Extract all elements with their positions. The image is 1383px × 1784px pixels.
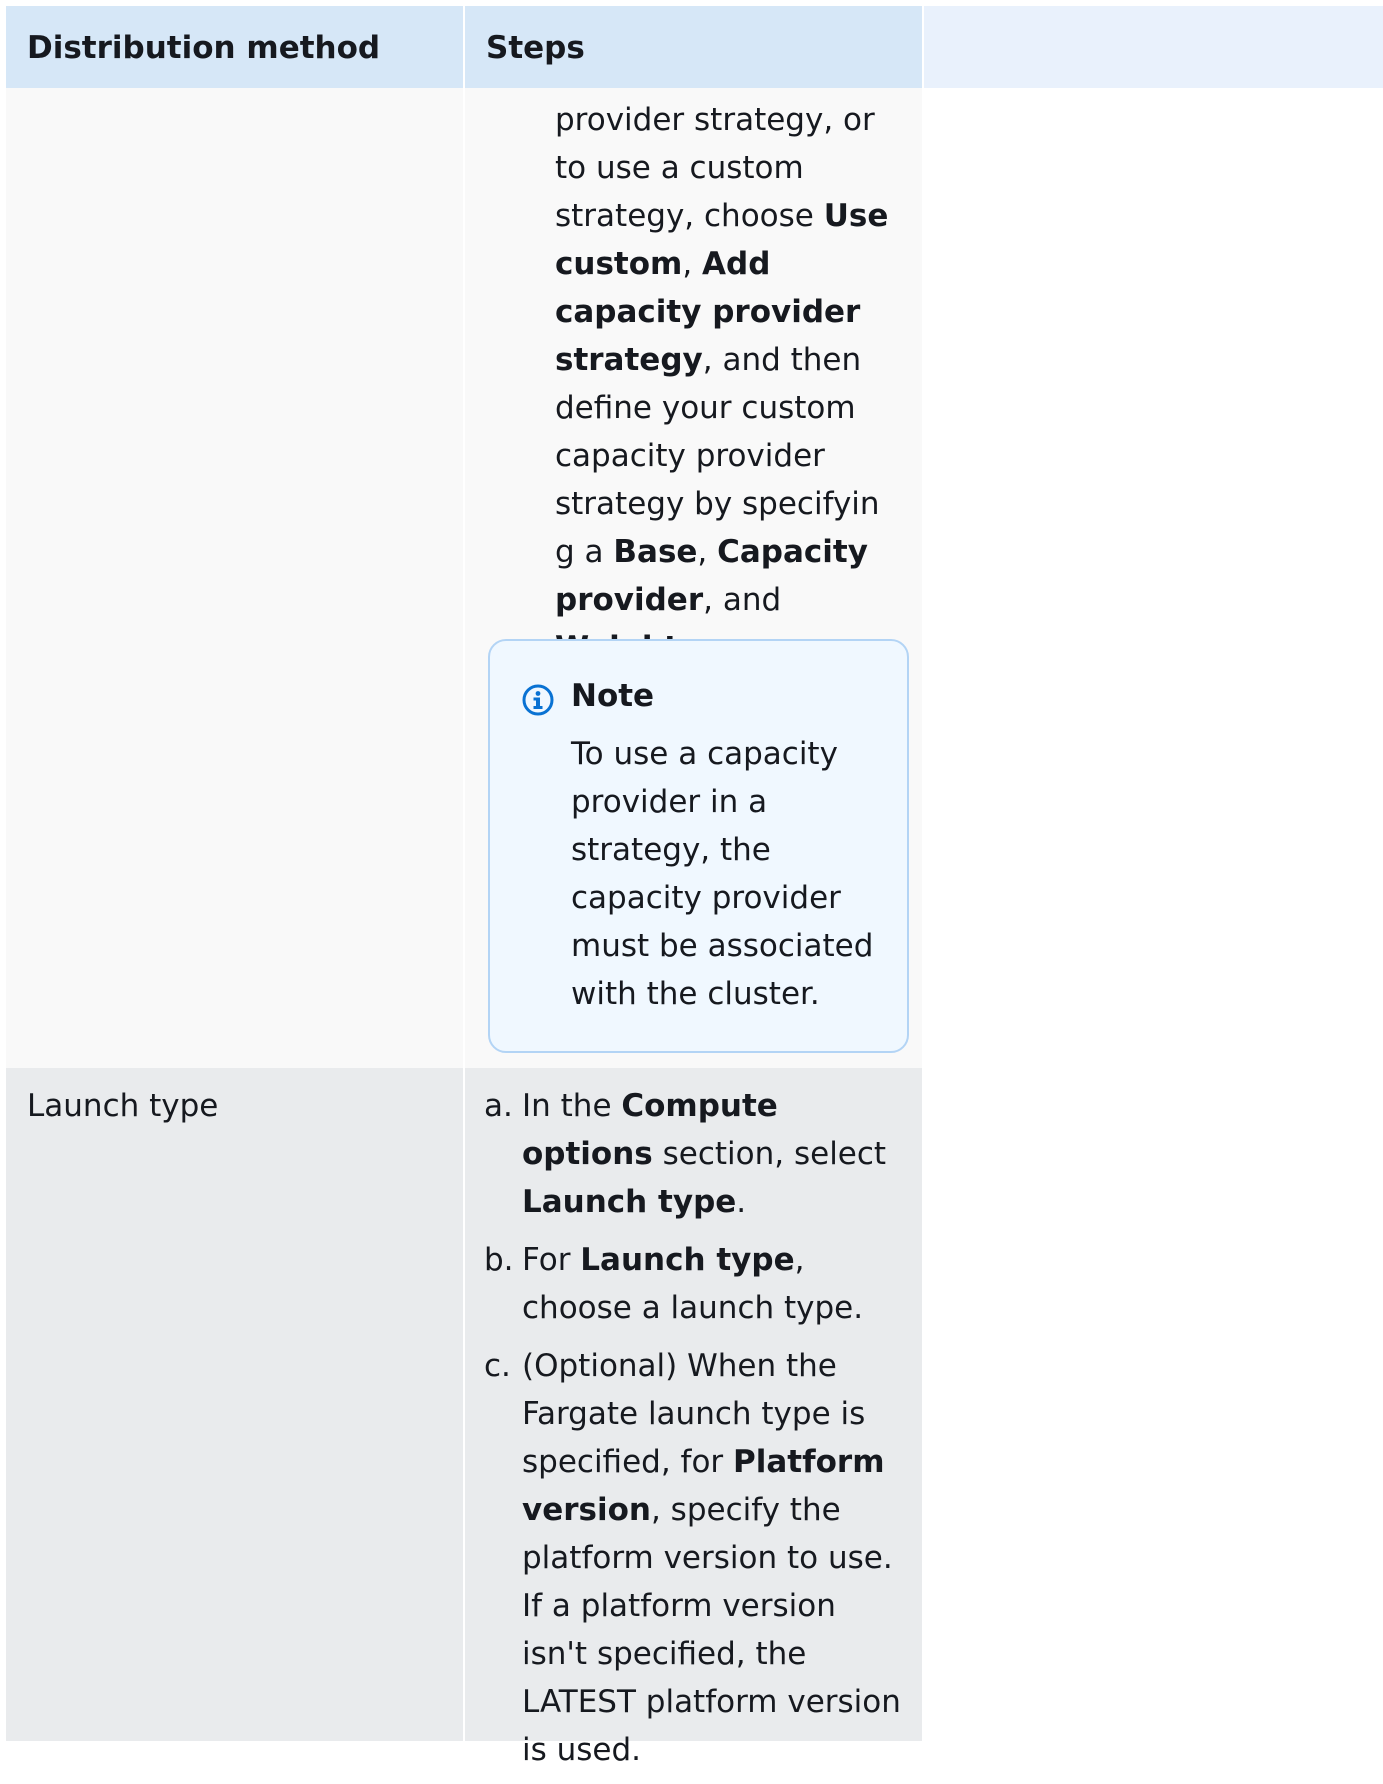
text-span: . (736, 1184, 747, 1220)
method-name-launch-type: Launch type (27, 1088, 219, 1124)
list-marker: b. (484, 1242, 514, 1278)
ui-term-launch-type: Launch type (522, 1184, 737, 1220)
text-span: section, select (652, 1136, 887, 1172)
column-header-distribution-method[interactable]: Distribution method (6, 6, 463, 88)
column-header-label: Steps (486, 30, 585, 66)
column-header-empty (924, 6, 1383, 88)
list-marker: c. (484, 1348, 511, 1384)
note-title: Note (571, 678, 655, 714)
list-item: b. For Launch type, choose a launch type. (484, 1236, 904, 1332)
column-header-steps[interactable]: Steps (465, 6, 922, 88)
note-callout: Note To use a capacity provider in a str… (488, 639, 909, 1053)
steps-paragraph: provider strategy, or to use a custom st… (555, 96, 905, 672)
column-header-label: Distribution method (27, 30, 381, 66)
steps-list: a. In the Compute options section, select… (484, 1082, 904, 1784)
note-body: To use a capacity provider in a strategy… (571, 736, 874, 1012)
text-span: , and (703, 582, 782, 618)
list-item: c. (Optional) When the Fargate launch typ… (484, 1342, 904, 1774)
table-cell-method (6, 88, 463, 1068)
table-cell-steps: a. In the Compute options section, select… (465, 1068, 922, 1768)
text-span: In the (522, 1088, 622, 1124)
text-span: , (682, 246, 703, 282)
info-icon (522, 684, 554, 716)
list-item: a. In the Compute options section, select… (484, 1082, 904, 1226)
text-span: , (697, 534, 718, 570)
text-span: , specify the platform version to use. I… (522, 1492, 901, 1768)
ui-term-base: Base (613, 534, 698, 570)
ui-term-launch-type: Launch type (580, 1242, 795, 1278)
table-cell-steps: provider strategy, or to use a custom st… (465, 88, 922, 1068)
list-marker: a. (484, 1088, 513, 1124)
table-cell-method: Launch type (6, 1068, 463, 1741)
text-span: For (522, 1242, 581, 1278)
